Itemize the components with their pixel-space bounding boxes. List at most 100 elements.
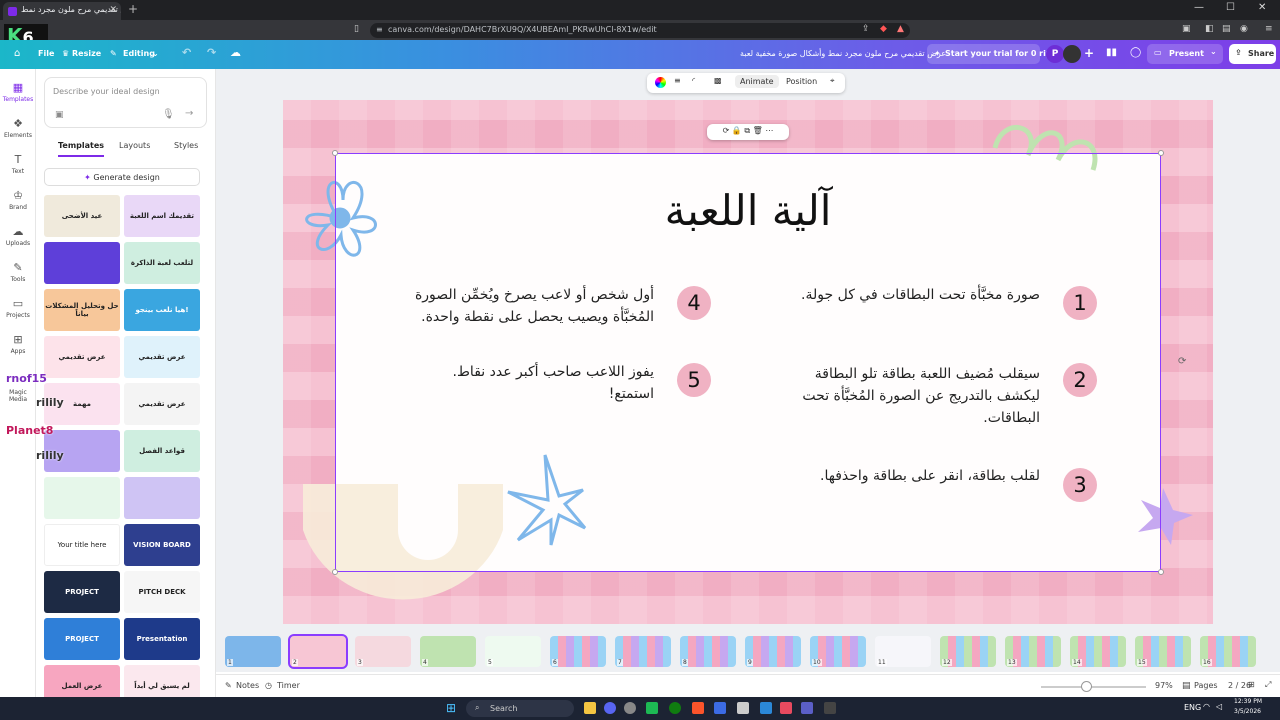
zoom-slider[interactable] [1041, 681, 1146, 692]
template-thumbnail[interactable]: تقديمك اسم اللعبة [124, 195, 200, 237]
template-thumbnail[interactable]: VISION BOARD [124, 524, 200, 566]
page-thumbnail[interactable]: 9 [745, 636, 801, 667]
document-title[interactable]: عرض تقديمي مرح ملون مجرد نمط وأشكال صورة… [740, 49, 946, 58]
new-tab-icon[interactable]: + [128, 2, 138, 16]
analytics-icon[interactable]: ▮▮ [1106, 47, 1117, 58]
step-text[interactable]: أول شخص أو لاعب يصرخ ويُخمِّن الصورة الم… [392, 284, 654, 328]
home-icon[interactable]: ⌂ [14, 48, 20, 59]
avatar[interactable]: P [1046, 45, 1064, 63]
template-thumbnail[interactable]: PROJECT [44, 618, 120, 660]
windows-start-icon[interactable]: ⊞ [446, 701, 456, 715]
design-prompt-input[interactable]: Describe your ideal design ▣ 🎙 → [44, 77, 207, 128]
rail-item-text[interactable]: T Text [0, 153, 36, 175]
rail-item-brand[interactable]: ♔ Brand [0, 189, 36, 211]
wifi-icon[interactable]: ◠ [1203, 702, 1210, 711]
page-thumbnail[interactable]: 12 [940, 636, 996, 667]
template-thumbnail[interactable]: PITCH DECK [124, 571, 200, 613]
page-thumbnail[interactable]: 14 [1070, 636, 1126, 667]
language-indicator[interactable]: ENG [1184, 703, 1201, 712]
fullscreen-icon[interactable]: ⤢ [1265, 680, 1271, 690]
comment-icon[interactable]: ◯ [1130, 47, 1141, 58]
resize-handle[interactable] [1158, 569, 1164, 575]
more-options-icon[interactable]: ⋯ [765, 126, 773, 135]
rail-item-elements[interactable]: ❖ Elements [0, 117, 36, 139]
rotate-handle-icon[interactable]: ⟳ [1178, 356, 1186, 367]
notes-button[interactable]: Notes [236, 681, 259, 690]
template-thumbnail[interactable] [44, 242, 120, 284]
menu-icon[interactable]: ≡ [1265, 24, 1273, 34]
rotate-icon[interactable]: ⟳ [723, 126, 730, 135]
minimize-icon[interactable]: — [1194, 2, 1204, 13]
step-text[interactable]: يفوز اللاعب صاحب أكبر عدد نقاط. استمتع! [420, 361, 654, 405]
sidebar-toggle-icon[interactable]: ▣ [1182, 24, 1191, 34]
page-thumbnail[interactable]: 16 [1200, 636, 1256, 667]
undo-icon[interactable]: ↶ [182, 46, 191, 59]
obs-icon[interactable] [624, 702, 636, 714]
page-thumbnail[interactable]: 2 [288, 634, 348, 669]
template-thumbnail[interactable]: عرض تقديمي [124, 336, 200, 378]
redo-icon[interactable]: ↷ [207, 46, 216, 59]
app4-icon[interactable] [824, 702, 836, 714]
cloud-save-icon[interactable]: ☁ [230, 46, 241, 59]
wallet-icon[interactable]: ▤ [1222, 24, 1231, 34]
pages-button[interactable]: Pages [1194, 681, 1218, 690]
rail-item-magic-media[interactable]: Magic Media [0, 389, 36, 403]
microphone-icon[interactable]: 🎙 [162, 109, 175, 120]
clock-date[interactable]: 3/5/2026 [1234, 708, 1261, 715]
zoom-slider-thumb[interactable] [1081, 681, 1092, 692]
tab-styles[interactable]: Styles [174, 141, 198, 150]
submit-arrow-icon[interactable]: → [185, 108, 193, 119]
app-icon[interactable] [646, 702, 658, 714]
present-options-chevron-icon[interactable]: ⌄ [1210, 47, 1217, 56]
timer-button[interactable]: Timer [277, 681, 300, 690]
page-thumbnail[interactable]: 6 [550, 636, 606, 667]
template-thumbnail[interactable]: PROJECT [44, 571, 120, 613]
page-thumbnail[interactable]: 3 [355, 636, 411, 667]
transparency-icon[interactable]: ▩ [714, 76, 722, 85]
rail-item-tools[interactable]: ✎ Tools [0, 261, 36, 283]
xbox-icon[interactable] [669, 702, 681, 714]
tab-templates[interactable]: Templates [58, 141, 105, 157]
close-tab-icon[interactable]: ✕ [109, 5, 117, 15]
browser-tab[interactable]: عرض تقديمي مرح ملون مجرد نمط ✕ [3, 2, 121, 20]
slide-title[interactable]: آلية اللعبة [600, 186, 896, 235]
page-thumbnail[interactable]: 1 [225, 636, 281, 667]
tab-layouts[interactable]: Layouts [119, 141, 150, 150]
page-thumbnail[interactable]: 4 [420, 636, 476, 667]
resize-handle[interactable] [1158, 150, 1164, 156]
page-thumbnail[interactable]: 8 [680, 636, 736, 667]
photos-icon[interactable] [760, 702, 772, 714]
brave-rewards-icon[interactable]: ▲ [897, 24, 904, 34]
template-thumbnail[interactable]: هيا نلعب بينجو! [124, 289, 200, 331]
lock-icon[interactable]: 🔒 [732, 126, 742, 135]
vpn-icon[interactable]: ◉ [1240, 24, 1248, 34]
split-view-icon[interactable]: ◧ [1205, 24, 1214, 34]
add-collaborator-icon[interactable]: + [1084, 46, 1094, 60]
page-thumbnail[interactable]: 10 [810, 636, 866, 667]
volume-icon[interactable]: ◁ [1216, 702, 1222, 711]
template-thumbnail[interactable]: Your title here [44, 524, 120, 566]
border-style-icon[interactable]: ≡ [674, 76, 681, 85]
resize-handle[interactable] [332, 569, 338, 575]
color-picker-icon[interactable] [655, 77, 666, 88]
file-menu-button[interactable]: File [38, 49, 54, 58]
clock-time[interactable]: 12:39 PM [1234, 698, 1262, 705]
paint-format-icon[interactable]: ⌖ [830, 76, 835, 86]
discord-icon[interactable] [604, 702, 616, 714]
page-thumbnail[interactable]: 15 [1135, 636, 1191, 667]
animate-button[interactable]: Animate [735, 75, 779, 88]
step-text[interactable]: لقلب بطاقة، انقر على بطاقة واحذفها. [800, 465, 1040, 487]
file-explorer-icon[interactable] [584, 702, 596, 714]
url-field[interactable]: ≡ canva.com/design/DAHC7BrXU9Q/X4UBEAmI_… [370, 23, 910, 38]
resize-handle[interactable] [332, 150, 338, 156]
template-thumbnail[interactable]: عيد الأضحى [44, 195, 120, 237]
duplicate-icon[interactable]: ⧉ [744, 126, 750, 135]
steam-icon[interactable] [714, 702, 726, 714]
page-thumbnail[interactable]: 13 [1005, 636, 1061, 667]
rail-item-projects[interactable]: ▭ Projects [0, 297, 36, 319]
site-info-icon[interactable]: ≡ [376, 25, 383, 34]
brave-icon[interactable] [692, 702, 704, 714]
app2-icon[interactable] [780, 702, 792, 714]
template-thumbnail[interactable]: عرض تقديمي [124, 383, 200, 425]
close-window-icon[interactable]: ✕ [1258, 2, 1266, 13]
